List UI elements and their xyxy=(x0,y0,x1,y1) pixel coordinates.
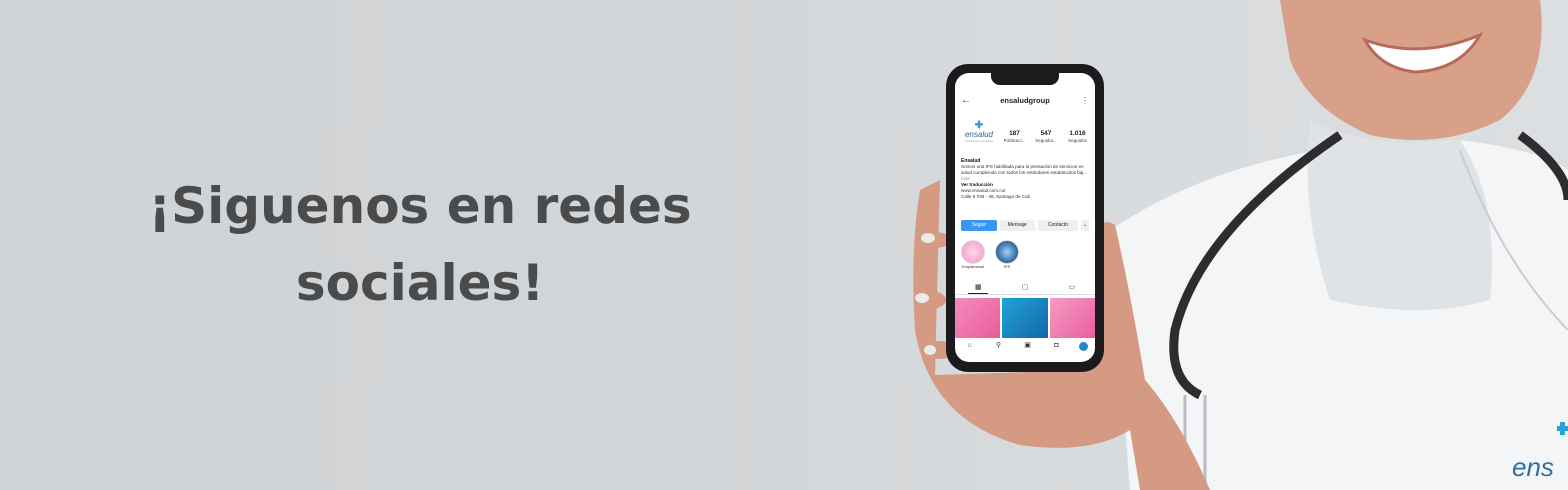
story-highlights: Empalmesal IPS xyxy=(959,240,1021,272)
more-vertical-icon[interactable]: ⋮ xyxy=(1081,95,1089,107)
stat-value: 547 xyxy=(1040,130,1052,137)
headline: ¡Siguenos en redes sociales! xyxy=(120,168,720,322)
reels-icon[interactable]: ▣ xyxy=(1021,341,1035,351)
stat-label: Seguidos xyxy=(1068,138,1087,143)
stat-following[interactable]: 1.016 Seguidos xyxy=(1062,130,1093,150)
home-icon[interactable]: ⌂ xyxy=(963,341,977,351)
logo-word: ensalud xyxy=(964,130,994,139)
post-thumbnail[interactable] xyxy=(1002,298,1048,338)
post-thumbnail[interactable] xyxy=(1049,298,1095,338)
profile-header: ← ensaludgroup ⋮ xyxy=(955,95,1095,109)
profile-username: ensaludgroup xyxy=(1000,96,1050,105)
headline-line-2: sociales! xyxy=(295,254,545,312)
stat-label: Publicaci... xyxy=(1003,138,1026,143)
logo-tagline: Soluciones en Salud xyxy=(965,139,993,143)
phone-screen: ← ensaludgroup ⋮ ✚ ensalud Soluciones en… xyxy=(955,73,1095,362)
grid-icon[interactable]: ▦ xyxy=(968,283,989,294)
tagged-icon[interactable]: ▭ xyxy=(1062,283,1082,294)
message-button[interactable]: Mensaje xyxy=(999,220,1035,231)
stat-value: 1.016 xyxy=(1069,130,1086,137)
chevron-down-icon[interactable]: ⌄ xyxy=(1081,220,1089,231)
shop-icon[interactable]: ◘ xyxy=(1050,341,1064,351)
phone: ← ensaludgroup ⋮ ✚ ensalud Soluciones en… xyxy=(946,64,1104,372)
highlight-label: Empalmesal xyxy=(961,264,984,269)
stat-posts[interactable]: 187 Publicaci... xyxy=(999,130,1030,150)
phone-notch xyxy=(991,73,1059,85)
search-icon[interactable]: ⚲ xyxy=(992,341,1006,351)
headline-line-1: ¡Siguenos en redes xyxy=(148,177,692,235)
stat-label: Seguidor... xyxy=(1035,138,1057,143)
coat-brand-text: ens xyxy=(1512,452,1554,482)
logo-cross-icon: ✚ xyxy=(974,120,984,131)
profile-actions: Seguir Mensaje Contacto ⌄ xyxy=(961,220,1089,231)
bio-text: Somos una IPS habilitada para la prestac… xyxy=(961,164,1088,175)
stat-followers[interactable]: 547 Seguidor... xyxy=(1031,130,1062,150)
highlight-cover xyxy=(995,240,1019,264)
bio-address[interactable]: Calle 5 #39 - 46, Santiago de Cali xyxy=(961,194,1030,199)
bio-more-link[interactable]: más xyxy=(961,176,970,181)
profile-avatar-logo[interactable]: ✚ ensalud Soluciones en Salud xyxy=(961,121,997,149)
profile-stats: 187 Publicaci... 547 Seguidor... 1.016 S… xyxy=(999,130,1093,150)
bio-website[interactable]: www.ensalud.com.co/ xyxy=(961,188,1005,193)
post-thumbnail[interactable] xyxy=(955,298,1001,338)
profile-bio: Ensalud Somos una IPS habilitada para la… xyxy=(961,158,1091,200)
post-grid xyxy=(955,298,1095,338)
highlight-label: IPS xyxy=(1003,264,1011,269)
highlight-cover xyxy=(961,240,985,264)
bottom-navigation: ⌂ ⚲ ▣ ◘ xyxy=(955,339,1095,353)
follow-button[interactable]: Seguir xyxy=(961,220,997,231)
highlight-item[interactable]: Empalmesal xyxy=(959,240,987,272)
profile-tabs: ▦ ▢ ▭ xyxy=(955,283,1095,295)
reels-tab-icon[interactable]: ▢ xyxy=(1015,283,1035,294)
profile-avatar[interactable] xyxy=(1078,341,1088,351)
stat-value: 187 xyxy=(1009,130,1020,137)
contact-button[interactable]: Contacto xyxy=(1037,220,1079,231)
highlight-item[interactable]: IPS xyxy=(993,240,1021,272)
